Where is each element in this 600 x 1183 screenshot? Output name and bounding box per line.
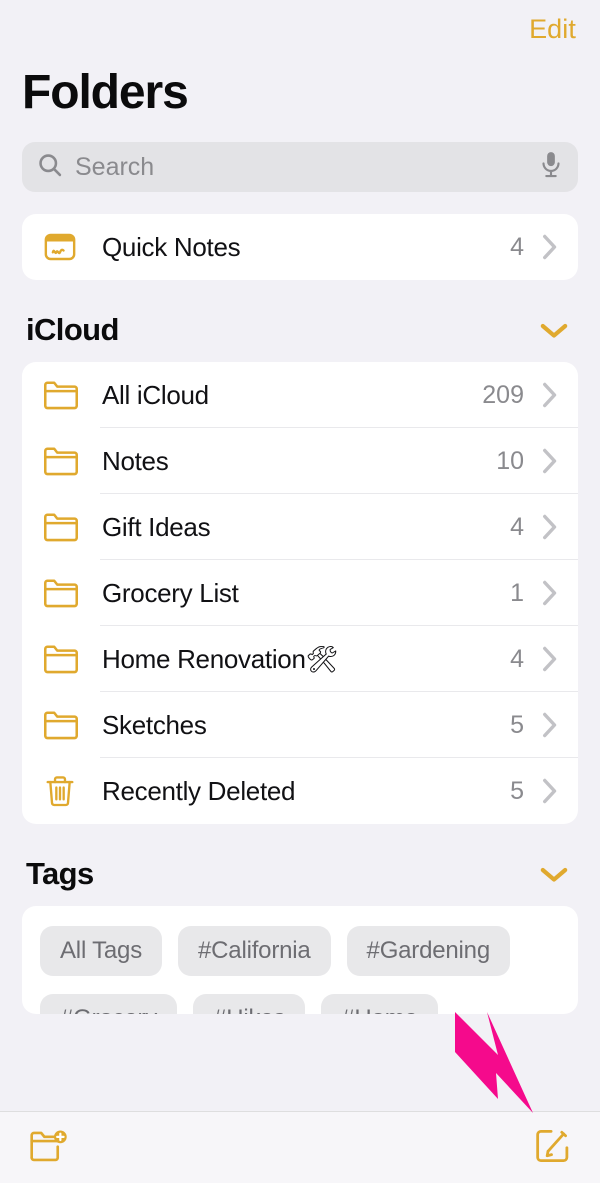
folder-count: 4 [510, 644, 524, 673]
quick-notes-card: Quick Notes 4 [22, 214, 578, 281]
folder-row[interactable]: Home Renovation🛠 4 [22, 626, 578, 693]
notes-folders-screen: Edit Folders Search Quick Notes 4 iCloud… [0, 0, 600, 1183]
folder-icon [42, 379, 82, 411]
folder-label: Home Renovation🛠 [102, 643, 339, 674]
folder-label: All iCloud [102, 379, 209, 410]
compose-icon [534, 1127, 572, 1168]
bottom-toolbar [0, 1111, 600, 1183]
edit-button[interactable]: Edit [529, 14, 576, 45]
tags-section-header: Tags [0, 824, 600, 906]
quick-notes-label: Quick Notes [102, 231, 241, 262]
chevron-down-icon[interactable] [538, 320, 570, 340]
new-folder-icon [28, 1128, 70, 1167]
folder-label: Sketches [102, 709, 207, 740]
tags-section-title: Tags [26, 856, 94, 892]
icloud-section-title: iCloud [26, 312, 119, 348]
chevron-right-icon [540, 232, 560, 262]
folder-icon [42, 709, 82, 741]
tag-chip[interactable]: #Gardening [346, 926, 510, 977]
folder-count: 4 [510, 512, 524, 541]
tags-card: All Tags #California #Gardening #Grocery #Hi… [22, 906, 578, 1015]
folder-count: 10 [496, 446, 524, 475]
folder-icon [42, 445, 82, 477]
folder-count: 209 [482, 380, 524, 409]
tag-chip[interactable]: #Grocery [40, 994, 178, 1015]
folder-row[interactable]: All iCloud 209 [22, 362, 578, 429]
folder-row[interactable]: Sketches 5 [22, 692, 578, 759]
folder-count: 1 [510, 578, 524, 607]
chevron-right-icon [540, 578, 560, 608]
chevron-right-icon [540, 644, 560, 674]
folder-icon [42, 577, 82, 609]
trash-icon [42, 774, 82, 808]
folder-icon [42, 643, 82, 675]
chevron-down-icon[interactable] [538, 864, 570, 884]
tag-chip[interactable]: #Home [321, 994, 438, 1015]
folder-label: Recently Deleted [102, 775, 296, 806]
tag-chip[interactable]: All Tags [40, 926, 163, 977]
search-bar[interactable] [22, 142, 578, 193]
tag-chip[interactable]: #Hikes [193, 994, 306, 1015]
search-icon [36, 151, 64, 184]
folder-row[interactable]: Grocery List 1 [22, 560, 578, 627]
tag-chip[interactable]: #California [178, 926, 331, 977]
chevron-right-icon [540, 446, 560, 476]
top-navigation-bar: Edit [0, 0, 600, 58]
chevron-right-icon [540, 776, 560, 806]
folder-row[interactable]: Gift Ideas 4 [22, 494, 578, 561]
folder-row[interactable]: Recently Deleted 5 [22, 758, 578, 824]
page-title: Folders [22, 66, 189, 119]
folder-label: Gift Ideas [102, 511, 211, 542]
compose-button[interactable] [534, 1127, 572, 1168]
quick-notes-row[interactable]: Quick Notes 4 [22, 214, 578, 280]
scroll-fade-mask [0, 1089, 600, 1111]
chevron-right-icon [540, 710, 560, 740]
folder-icon [42, 511, 82, 543]
icloud-folder-list: All iCloud 209 Notes 10 Gift Ideas 4 Grocer… [22, 362, 578, 825]
folder-label: Grocery List [102, 577, 239, 608]
new-folder-button[interactable] [28, 1128, 70, 1167]
search-input[interactable] [75, 152, 527, 182]
search-section [0, 118, 600, 193]
chevron-right-icon [540, 380, 560, 410]
quick-note-icon [42, 229, 82, 265]
folder-count: 5 [510, 710, 524, 739]
folder-row[interactable]: Notes 10 [22, 428, 578, 495]
folder-label: Notes [102, 445, 169, 476]
quick-notes-count: 4 [510, 232, 524, 261]
folder-count: 5 [510, 776, 524, 805]
chevron-right-icon [540, 512, 560, 542]
icloud-section-header: iCloud [0, 280, 600, 362]
microphone-icon[interactable] [538, 150, 564, 185]
